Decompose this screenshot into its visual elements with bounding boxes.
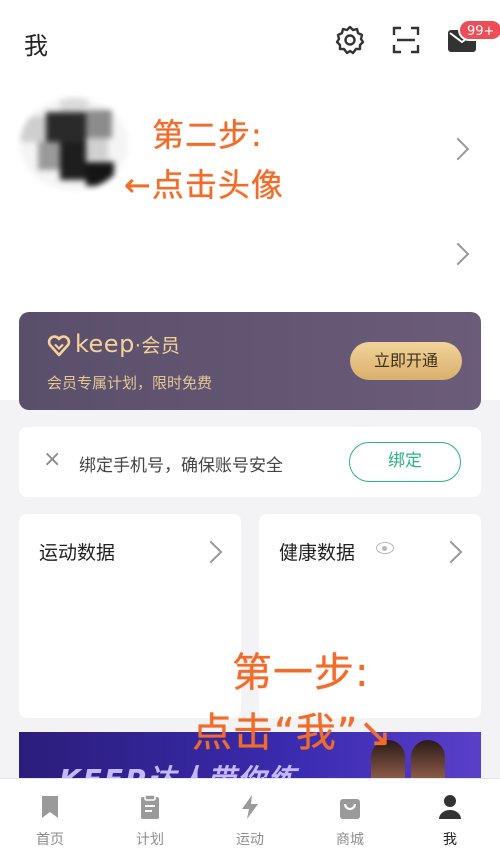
- bind-phone-text: 绑定手机号，确保账号安全: [79, 456, 283, 476]
- annotation-step1-title: 第一步:: [232, 650, 370, 696]
- page-title: 我: [24, 32, 48, 60]
- tab-label: 首页: [36, 832, 64, 848]
- lightning-icon: [242, 795, 258, 819]
- banner-text: KEEP达人带你练: [59, 763, 298, 780]
- tab-me[interactable]: 我: [400, 779, 500, 856]
- health-data-title: 健康数据: [279, 542, 356, 564]
- tab-label: 计划: [136, 832, 164, 848]
- annotation-step2-text: ←点击头像: [124, 166, 284, 204]
- health-chevron-right-icon: [439, 540, 463, 564]
- bind-phone-card: × 绑定手机号，确保账号安全 绑定: [19, 427, 481, 497]
- tab-plan[interactable]: 计划: [100, 779, 200, 856]
- message-badge: 99+: [458, 19, 500, 41]
- banner-person-image: [411, 740, 445, 780]
- eye-icon[interactable]: [376, 542, 394, 554]
- sport-chevron-right-icon: [199, 540, 223, 564]
- sport-data-card[interactable]: 运动数据: [19, 514, 241, 718]
- annotation-step1-text: 点击“我”↘: [192, 710, 393, 756]
- settings-icon[interactable]: [334, 24, 366, 56]
- tab-label: 商城: [336, 832, 364, 848]
- tab-bar: 首页 计划 运动 商城 我: [0, 778, 500, 856]
- bind-button[interactable]: 绑定: [349, 442, 461, 482]
- avatar[interactable]: [20, 98, 128, 190]
- keep-logo-icon: [47, 335, 71, 357]
- sport-data-title: 运动数据: [39, 542, 116, 564]
- member-card[interactable]: keep·会员 会员专属计划，限时免费 立即开通: [19, 312, 481, 410]
- clipboard-icon: [141, 794, 159, 819]
- open-membership-button[interactable]: 立即开通: [350, 342, 462, 380]
- tab-mall[interactable]: 商城: [300, 779, 400, 856]
- brand-name: keep: [75, 330, 135, 358]
- member-brand: keep·会员: [75, 330, 180, 358]
- scan-icon[interactable]: [390, 24, 422, 56]
- person-icon: [439, 795, 461, 819]
- bookmark-icon: [42, 796, 58, 818]
- tab-label: 我: [443, 832, 457, 848]
- tab-label: 运动: [236, 832, 264, 848]
- annotation-step2-title: 第二步:: [152, 116, 263, 154]
- brand-suffix: ·会员: [134, 335, 181, 357]
- header: 我 99+: [0, 0, 500, 82]
- shopping-bag-icon: [340, 799, 360, 819]
- tab-sport[interactable]: 运动: [200, 779, 300, 856]
- close-icon[interactable]: ×: [43, 447, 61, 472]
- tab-home[interactable]: 首页: [0, 779, 100, 856]
- member-subtitle: 会员专属计划，限时免费: [47, 374, 213, 392]
